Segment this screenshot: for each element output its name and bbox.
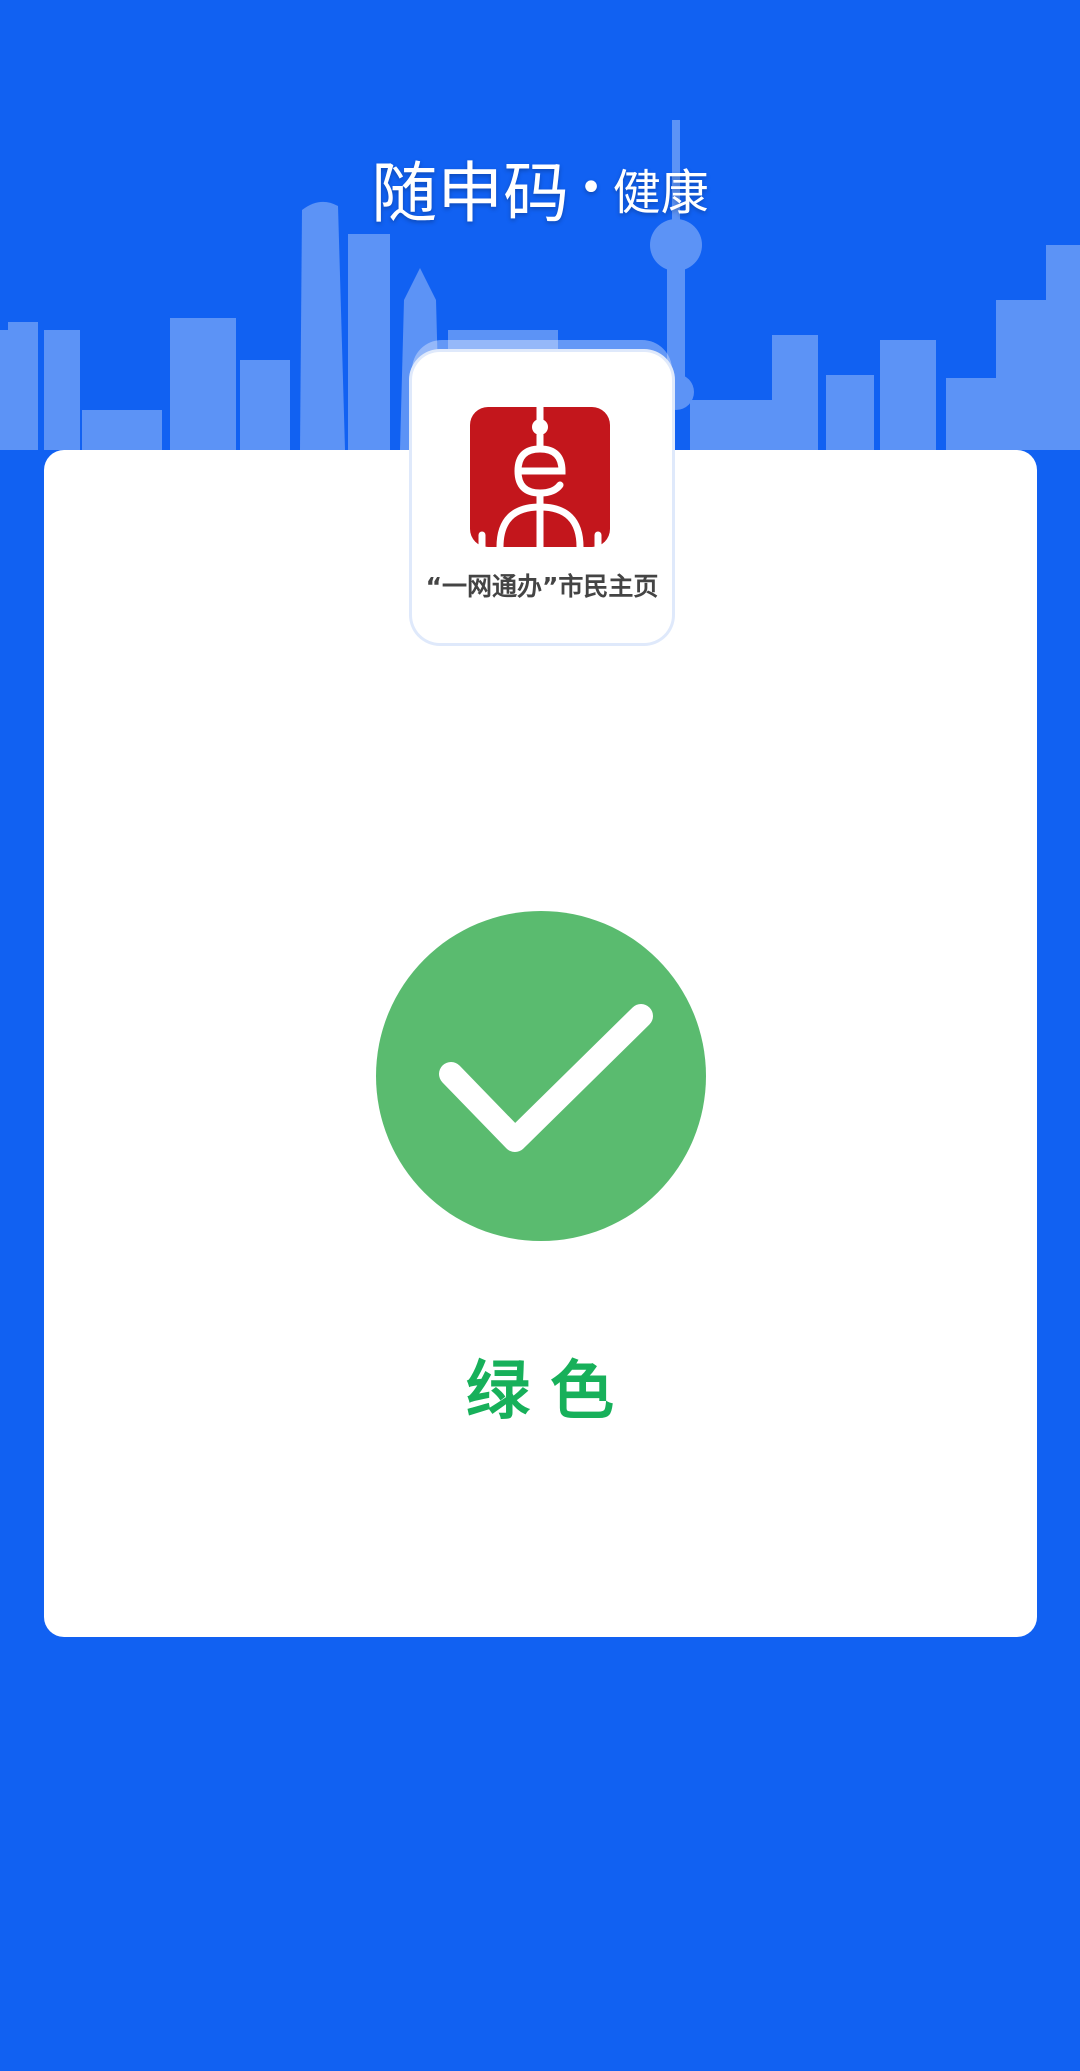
shanghai-e-logo-icon: [470, 407, 610, 547]
title-main: 随申码: [371, 155, 570, 232]
health-status-label: 绿色: [466, 1355, 634, 1429]
title-separator: •: [579, 165, 603, 211]
page-title: 随申码 • 健康: [0, 140, 1080, 236]
title-subtitle: 健康: [612, 165, 709, 221]
badge-label: “一网通办”市民主页: [425, 572, 659, 601]
check-circle-icon: [376, 911, 706, 1241]
citizen-homepage-badge[interactable]: “一网通办”市民主页: [412, 352, 672, 643]
